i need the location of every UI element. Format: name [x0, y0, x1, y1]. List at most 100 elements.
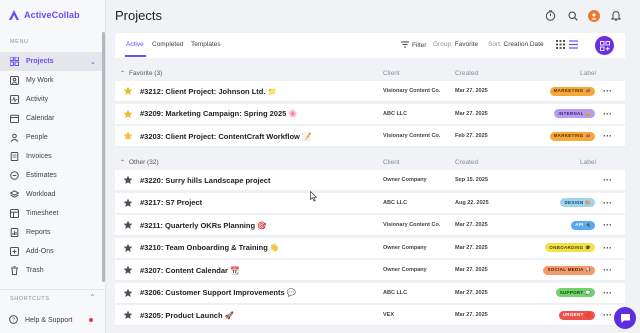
- project-name[interactable]: #3217: S7 Project: [140, 198, 202, 207]
- sort-dropdown[interactable]: Sort: Creation Date: [488, 41, 544, 48]
- star-icon[interactable]: [123, 288, 133, 298]
- star-icon[interactable]: [123, 220, 133, 230]
- section-header-other[interactable]: ⌃ Other (32) Client Created Label: [115, 155, 625, 169]
- project-name[interactable]: #3209: Marketing Campaign: Spring 2025 🌸: [140, 109, 298, 118]
- table-row[interactable]: #3217: S7 Project ABC LLC Aug 22. 2025 DESI…: [115, 192, 625, 214]
- list-view-icon[interactable]: [569, 40, 578, 51]
- star-icon[interactable]: [123, 310, 133, 320]
- section-header-favorite[interactable]: ⌃ Favorite (3) Client Created Label: [115, 66, 625, 80]
- column-header-client[interactable]: Client: [383, 70, 400, 77]
- more-options-icon[interactable]: ···: [603, 265, 612, 275]
- people-icon: [9, 133, 19, 143]
- more-options-icon[interactable]: ···: [603, 243, 612, 253]
- label-badge[interactable]: SUPPORT 💬: [555, 288, 595, 297]
- label-badge[interactable]: MARKETING 📣: [549, 86, 595, 96]
- chat-button[interactable]: [614, 307, 636, 329]
- app-logo[interactable]: ActiveCollab: [8, 9, 80, 21]
- chevron-down-icon[interactable]: ⌄: [90, 58, 96, 66]
- chevron-up-icon[interactable]: ⌃: [120, 159, 125, 166]
- timer-icon[interactable]: [544, 9, 557, 22]
- sidebar-item-label: My Work: [26, 77, 54, 84]
- chevron-up-icon[interactable]: ⌃: [120, 70, 125, 77]
- tab-completed[interactable]: Completed: [152, 41, 183, 48]
- grid-view-icon[interactable]: [556, 40, 565, 51]
- project-client: Owner Company: [383, 244, 427, 251]
- more-options-icon[interactable]: ···: [603, 198, 612, 208]
- tab-templates[interactable]: Templates: [191, 41, 221, 48]
- project-name[interactable]: #3220: Surry hills Landscape project: [140, 176, 270, 185]
- sidebar-item-label: Invoices: [26, 153, 52, 160]
- table-row[interactable]: #3207: Content Calendar 📆 Owner Company Ma…: [115, 260, 625, 281]
- sidebar-item-invoices[interactable]: Invoices: [0, 147, 104, 166]
- more-options-icon[interactable]: ···: [603, 288, 612, 298]
- group-by-dropdown[interactable]: Group: Favorite: [433, 41, 478, 48]
- section-title: Other (32): [129, 158, 159, 166]
- column-header-created[interactable]: Created: [455, 159, 478, 166]
- add-project-button[interactable]: [595, 36, 614, 55]
- tab-active[interactable]: Active: [126, 41, 144, 48]
- more-options-icon[interactable]: ···: [603, 131, 612, 141]
- sidebar-item-reports[interactable]: Reports: [0, 223, 104, 242]
- search-icon[interactable]: [566, 9, 579, 22]
- label-badge[interactable]: MARKETING 📣: [549, 131, 595, 141]
- sidebar-item-my-work[interactable]: My Work: [0, 71, 104, 90]
- sidebar-item-workload[interactable]: Workload: [0, 185, 104, 204]
- sidebar: ActiveCollab MENU Projects ⌄ My Work Act…: [0, 0, 106, 333]
- filter-button[interactable]: Filter: [401, 41, 426, 50]
- table-row[interactable]: #3212: Client Project: Johnson Ltd. 📁 Vis…: [115, 81, 625, 102]
- table-row[interactable]: #3220: Surry hills Landscape project Owne…: [115, 170, 625, 191]
- table-row[interactable]: #3206: Customer Support Improvements 💬 AB…: [115, 282, 625, 304]
- sidebar-scrollbar[interactable]: [102, 32, 105, 282]
- table-row[interactable]: #3210: Team Onboarding & Training 👋 Owner…: [115, 237, 625, 259]
- sidebar-item-projects[interactable]: Projects ⌄: [0, 52, 104, 71]
- chevron-up-icon[interactable]: ⌃: [89, 293, 96, 302]
- label-badge[interactable]: URGENT 🔴: [558, 310, 595, 320]
- label-badge[interactable]: DESIGN 🎨: [560, 198, 595, 207]
- star-filled-icon[interactable]: [123, 109, 133, 119]
- column-header-created[interactable]: Created: [455, 70, 478, 77]
- label-badge[interactable]: ONBOARDING 🎓: [545, 243, 595, 252]
- table-row[interactable]: #3203: Client Project: ContentCraft Work…: [115, 126, 625, 147]
- more-options-icon[interactable]: ···: [603, 86, 612, 96]
- table-row[interactable]: #3205: Product Launch 🚀 VEX Mar 27. 2025 UR…: [115, 305, 625, 326]
- more-options-icon[interactable]: ···: [603, 220, 612, 230]
- sidebar-item-calendar[interactable]: Calendar: [0, 109, 104, 128]
- column-header-label[interactable]: Label: [580, 159, 596, 166]
- project-name[interactable]: #3206: Customer Support Improvements 💬: [140, 288, 296, 297]
- sidebar-item-timesheet[interactable]: Timesheet: [0, 204, 104, 223]
- column-header-label[interactable]: Label: [580, 70, 596, 77]
- label-badge[interactable]: SOCIAL MEDIA 📢: [543, 265, 595, 275]
- sidebar-item-add-ons[interactable]: Add-Ons: [0, 242, 104, 261]
- project-name[interactable]: #3207: Content Calendar 📆: [140, 266, 239, 275]
- star-icon[interactable]: [123, 243, 133, 253]
- star-icon[interactable]: [123, 175, 133, 185]
- project-client: ABC LLC: [383, 110, 408, 117]
- star-filled-icon[interactable]: [123, 131, 133, 141]
- column-header-client[interactable]: Client: [383, 159, 400, 166]
- project-name[interactable]: #3212: Client Project: Johnson Ltd. 📁: [140, 87, 277, 96]
- project-name[interactable]: #3210: Team Onboarding & Training 👋: [140, 243, 279, 252]
- avatar[interactable]: [588, 9, 600, 22]
- more-options-icon[interactable]: ···: [603, 310, 612, 320]
- more-options-icon[interactable]: ···: [603, 109, 612, 119]
- project-name[interactable]: #3211: Quarterly OKRs Planning 🎯: [140, 221, 266, 230]
- star-filled-icon[interactable]: [123, 86, 133, 96]
- sidebar-item-activity[interactable]: Activity: [0, 90, 104, 109]
- sidebar-item-trash[interactable]: Trash: [0, 261, 104, 280]
- sidebar-item-estimates[interactable]: Estimates: [0, 166, 104, 185]
- menu-label: MENU: [10, 39, 29, 45]
- project-name[interactable]: #3203: Client Project: ContentCraft Work…: [140, 132, 311, 141]
- sidebar-item-people[interactable]: People: [0, 128, 104, 147]
- more-options-icon[interactable]: ···: [603, 175, 612, 185]
- table-row[interactable]: #3211: Quarterly OKRs Planning 🎯 Visionar…: [115, 215, 625, 236]
- sidebar-nav: Projects ⌄ My Work Activity Calendar Peo…: [0, 52, 104, 280]
- sidebar-item-label: Reports: [26, 229, 51, 236]
- bell-icon[interactable]: [609, 9, 622, 22]
- star-icon[interactable]: [123, 265, 133, 275]
- help-and-support-link[interactable]: ? Help & Support: [9, 315, 72, 326]
- label-badge[interactable]: INTERNAL 🔒: [554, 109, 595, 118]
- label-badge[interactable]: API 🔌: [571, 220, 595, 230]
- table-row[interactable]: #3209: Marketing Campaign: Spring 2025 🌸…: [115, 103, 625, 125]
- star-icon[interactable]: [123, 198, 133, 208]
- project-name[interactable]: #3205: Product Launch 🚀: [140, 311, 234, 320]
